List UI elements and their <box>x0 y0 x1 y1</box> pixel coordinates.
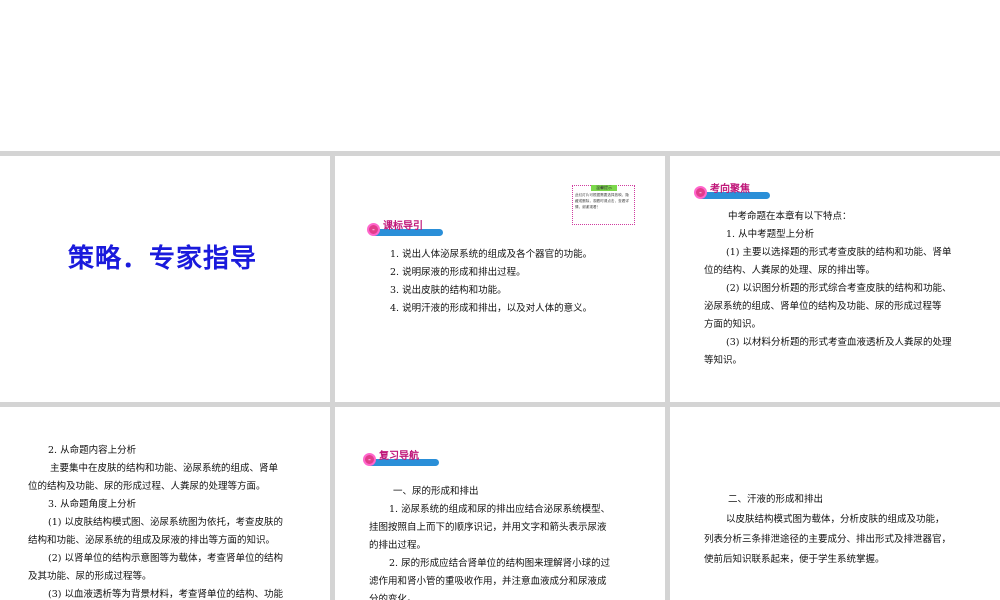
slide-thumbnail-5[interactable]: - 复习导航 一、尿的形成和排出 1. 泌尿系统的组成和尿的排出应结合泌尿系统模型… <box>335 407 665 600</box>
text-line: 2. 从命题内容上分析 <box>48 445 137 456</box>
text-line: (2) 以识图分析题的形式综合考查皮肤的结构和功能、 <box>726 283 952 294</box>
text-line: 等知识。 <box>704 355 743 366</box>
slide-thumbnail-4[interactable]: 2. 从命题内容上分析 主要集中在皮肤的结构和功能、泌尿系统的组成、肾单 位的结… <box>0 407 330 600</box>
text-line: 中考命题在本章有以下特点： <box>728 211 852 222</box>
slide-thumbnail-1[interactable]: 策略．专家指导 <box>0 156 330 402</box>
text-line: 1. 泌尿系统的组成和尿的排出应结合泌尿系统模型、 <box>389 504 611 515</box>
text-line: 2. 尿的形成应结合肾单位的结构图来理解肾小球的过 <box>389 558 611 569</box>
text-line: 位的结构、人粪尿的处理、尿的排出等。 <box>704 265 876 276</box>
text-line: 二、汗液的形成和排出 <box>728 494 824 505</box>
slide-body: 一、尿的形成和排出 1. 泌尿系统的组成和尿的排出应结合泌尿系统模型、 挂图按照… <box>369 483 610 600</box>
badge-icon: - <box>367 223 380 236</box>
list-item: 4. 说明汗液的形成和排出，以及对人体的意义。 <box>390 303 593 314</box>
text-line: 泌尿系统的组成、肾单位的结构及功能、尿的形成过程等 <box>704 301 942 312</box>
text-line: 位的结构及功能、尿的形成过程、人粪尿的处理等方面。 <box>28 481 266 492</box>
slide-title: 策略．专家指导 <box>68 244 258 274</box>
text-line: 方面的知识。 <box>704 319 762 330</box>
text-line: 1. 从中考题型上分析 <box>726 229 815 240</box>
text-line: (1) 以皮肤结构模式图、泌尿系统图为依托，考查皮肤的 <box>48 517 283 528</box>
text-line: 及其功能、尿的形成过程等。 <box>28 571 152 582</box>
text-line: 挂图按照自上而下的顺序识记，并用文字和箭头表示尿液 <box>369 522 607 533</box>
badge-icon: - <box>694 186 707 199</box>
tip-body: 此幻灯片可根据需要选择放映，隐藏或删除，观看时请点击，查看详情，谢谢观看！ <box>575 193 629 209</box>
text-line: 的排出过程。 <box>369 540 427 551</box>
text-line: 滤作用和肾小管的重吸收作用，并注意血液成分和尿液成 <box>369 576 607 587</box>
tip-title: 温馨提示 <box>591 185 617 191</box>
slide-thumbnail-2[interactable]: 温馨提示此幻灯片可根据需要选择放映，隐藏或删除，观看时请点击，查看详情，谢谢观看… <box>335 156 665 402</box>
text-line: 3. 从命题角度上分析 <box>48 499 137 510</box>
slide-thumbnail-3[interactable]: - 考向聚焦 中考命题在本章有以下特点： 1. 从中考题型上分析 (1) 主要以选… <box>670 156 1000 402</box>
text-line: (3) 以血液透析等为背景材料，考查肾单位的结构、功能 <box>48 589 283 600</box>
text-line: 使前后知识联系起来，便于学生系统掌握。 <box>704 554 885 565</box>
slide-body: 二、汗液的形成和排出 以皮肤结构模式图为载体，分析皮肤的组成及功能， 列表分析三… <box>704 490 951 570</box>
badge-icon: - <box>363 453 376 466</box>
slide-body: 2. 从命题内容上分析 主要集中在皮肤的结构和功能、泌尿系统的组成、肾单 位的结… <box>28 442 283 600</box>
text-line: (2) 以肾单位的结构示意图等为载体，考查肾单位的结构 <box>48 553 283 564</box>
text-line: 主要集中在皮肤的结构和功能、泌尿系统的组成、肾单 <box>50 463 279 474</box>
list-item: 2. 说明尿液的形成和排出过程。 <box>390 267 526 278</box>
text-line: (1) 主要以选择题的形式考查皮肤的结构和功能、肾单 <box>726 247 952 258</box>
section-badge: - 考向聚焦 <box>694 183 774 201</box>
list-item: 1. 说出人体泌尿系统的组成及各个器官的功能。 <box>390 249 593 260</box>
text-line: 分的变化。 <box>369 594 417 600</box>
objectives-list: 1. 说出人体泌尿系统的组成及各个器官的功能。 2. 说明尿液的形成和排出过程。… <box>390 246 592 318</box>
text-line: 以皮肤结构模式图为载体，分析皮肤的组成及功能， <box>726 514 945 525</box>
text-line: 一、尿的形成和排出 <box>393 486 479 497</box>
text-line: (3) 以材料分析题的形式考查血液透析及人粪尿的处理 <box>726 337 952 348</box>
section-badge: - 课标导引 <box>367 220 447 238</box>
text-line: 结构和功能、泌尿系统的组成及尿液的排出等方面的知识。 <box>28 535 276 546</box>
tip-box: 温馨提示此幻灯片可根据需要选择放映，隐藏或删除，观看时请点击，查看详情，谢谢观看… <box>572 185 635 225</box>
section-badge: - 复习导航 <box>363 450 443 468</box>
text-line: 列表分析三条排泄途径的主要成分、排出形式及排泄器官， <box>704 534 952 545</box>
blank-area <box>0 0 1000 151</box>
list-item: 3. 说出皮肤的结构和功能。 <box>390 285 507 296</box>
slide-body: 中考命题在本章有以下特点： 1. 从中考题型上分析 (1) 主要以选择题的形式考… <box>704 208 951 370</box>
slide-thumbnail-6[interactable]: 二、汗液的形成和排出 以皮肤结构模式图为载体，分析皮肤的组成及功能， 列表分析三… <box>670 407 1000 600</box>
